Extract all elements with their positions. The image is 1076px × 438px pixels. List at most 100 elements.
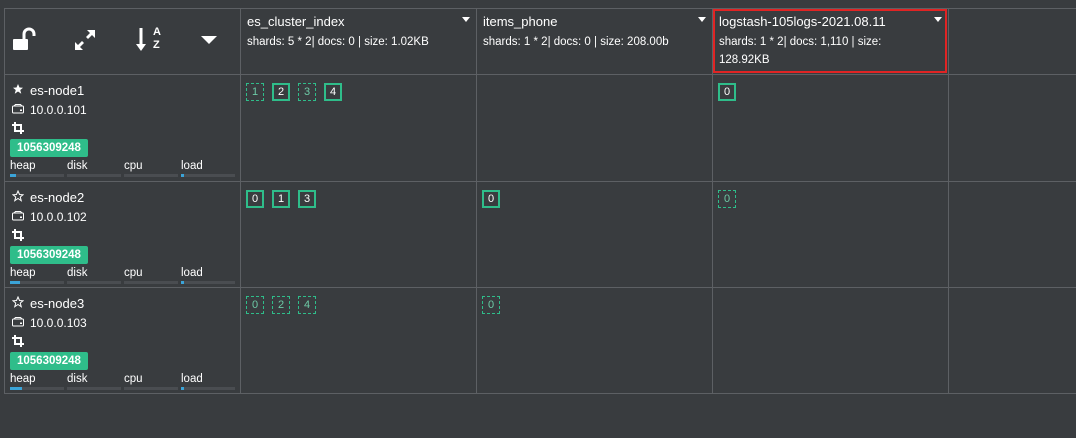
metric-disk: disk — [67, 159, 121, 177]
metric-heap: heap — [10, 159, 64, 177]
sort-label-z: Z — [153, 39, 160, 51]
primary-shard[interactable]: 1 — [272, 190, 290, 208]
replica-shard[interactable]: 2 — [272, 296, 290, 314]
metric-bar — [181, 281, 235, 284]
node-name[interactable]: es-node2 — [11, 189, 85, 205]
index-header[interactable]: es_cluster_index shards: 5 * 2| docs: 0 … — [241, 8, 476, 74]
metric-fill — [10, 174, 16, 177]
metric-disk: disk — [67, 266, 121, 284]
replica-shard[interactable]: 0 — [718, 190, 736, 208]
index-name: es_cluster_index — [247, 14, 345, 29]
node-ip: 10.0.0.103 — [12, 316, 87, 330]
node-name-label: es-node3 — [30, 296, 85, 311]
unlock-icon[interactable] — [8, 25, 38, 55]
metric-label: heap — [10, 373, 36, 385]
node-name-label: es-node2 — [30, 190, 85, 205]
sort-label-a: A — [153, 26, 161, 38]
node-name[interactable]: es-node1 — [12, 83, 84, 98]
metric-label: load — [181, 267, 203, 279]
node-ip: 10.0.0.101 — [12, 103, 87, 117]
metric-cpu: cpu — [124, 372, 178, 390]
node-ip: 10.0.0.102 — [12, 210, 87, 224]
metric-bar — [124, 174, 178, 177]
replica-shard[interactable]: 0 — [246, 296, 264, 314]
replica-shard[interactable]: 0 — [482, 296, 500, 314]
primary-shard[interactable]: 0 — [246, 190, 264, 208]
metric-bar — [67, 387, 121, 390]
metric-label: load — [181, 160, 203, 172]
metric-bar — [10, 387, 64, 390]
hard-drive-icon — [12, 103, 24, 117]
crop-icon — [12, 121, 24, 134]
metric-bar — [124, 281, 178, 284]
node-name[interactable]: es-node3 — [11, 295, 85, 311]
star-filled-icon — [12, 83, 24, 98]
metric-cpu: cpu — [124, 266, 178, 284]
index-name: items_phone — [483, 14, 558, 29]
chevron-down-icon[interactable] — [934, 17, 942, 22]
star-outline-icon — [11, 189, 25, 205]
metric-bar — [10, 281, 64, 284]
metric-bar — [10, 174, 64, 177]
metric-bar — [124, 387, 178, 390]
chevron-down-icon[interactable] — [698, 17, 706, 22]
primary-shard[interactable]: 0 — [482, 190, 500, 208]
hard-drive-icon — [12, 316, 24, 330]
node-id-badge: 1056309248 — [10, 352, 88, 370]
metric-label: cpu — [124, 267, 143, 279]
replica-shard[interactable]: 1 — [246, 83, 264, 101]
replica-shard[interactable]: 3 — [298, 83, 316, 101]
index-stats: shards: 5 * 2| docs: 0 | size: 1.02KB — [247, 36, 429, 48]
node-ip-label: 10.0.0.103 — [30, 316, 87, 330]
primary-shard[interactable]: 4 — [324, 83, 342, 101]
index-stats: shards: 1 * 2| docs: 0 | size: 208.00b — [483, 36, 669, 48]
replica-shard[interactable]: 4 — [298, 296, 316, 314]
metric-bar — [181, 174, 235, 177]
metric-heap: heap — [10, 372, 64, 390]
node-ip-label: 10.0.0.102 — [30, 210, 87, 224]
node-name-label: es-node1 — [30, 83, 85, 98]
metric-label: disk — [67, 160, 88, 172]
sort-alpha-icon[interactable]: A Z — [134, 25, 164, 55]
node-row: es-node1 10.0.0.101 1056309248 heap disk cpu l… — [4, 75, 240, 181]
grid-line — [948, 8, 949, 394]
metric-bar — [67, 174, 121, 177]
node-ip-label: 10.0.0.101 — [30, 103, 87, 117]
node-id-badge: 1056309248 — [10, 246, 88, 264]
index-stats: shards: 1 * 2| docs: 1,110 | size: 128.9… — [719, 36, 882, 66]
metric-label: heap — [10, 160, 36, 172]
hard-drive-icon — [12, 210, 24, 224]
metric-fill — [181, 174, 184, 177]
chevron-down-icon[interactable] — [462, 17, 470, 22]
node-row: es-node2 10.0.0.102 1056309248 heap disk cpu l… — [4, 182, 240, 288]
metric-load: load — [181, 266, 235, 284]
metric-bar — [181, 387, 235, 390]
metric-bar — [67, 281, 121, 284]
metric-label: cpu — [124, 373, 143, 385]
metric-cpu: cpu — [124, 159, 178, 177]
metric-fill — [10, 387, 22, 390]
index-header[interactable]: logstash-105logs-2021.08.11 shards: 1 * … — [713, 8, 948, 74]
metric-disk: disk — [67, 372, 121, 390]
index-header[interactable]: items_phone shards: 1 * 2| docs: 0 | siz… — [477, 8, 712, 74]
toolbar: A Z — [4, 8, 240, 74]
metric-label: disk — [67, 373, 88, 385]
primary-shard[interactable]: 3 — [298, 190, 316, 208]
metric-label: cpu — [124, 160, 143, 172]
metric-load: load — [181, 372, 235, 390]
crop-icon — [12, 334, 24, 347]
metric-load: load — [181, 159, 235, 177]
metric-label: disk — [67, 267, 88, 279]
metric-label: heap — [10, 267, 36, 279]
caret-down-icon[interactable] — [194, 25, 224, 55]
node-row: es-node3 10.0.0.103 1056309248 heap disk cpu l… — [4, 288, 240, 394]
metric-fill — [10, 281, 20, 284]
primary-shard[interactable]: 2 — [272, 83, 290, 101]
metric-heap: heap — [10, 266, 64, 284]
index-name: logstash-105logs-2021.08.11 — [719, 14, 886, 29]
expand-icon[interactable] — [70, 25, 100, 55]
metric-fill — [181, 281, 184, 284]
star-outline-icon — [11, 295, 25, 311]
metric-label: load — [181, 373, 203, 385]
primary-shard[interactable]: 0 — [718, 83, 736, 101]
